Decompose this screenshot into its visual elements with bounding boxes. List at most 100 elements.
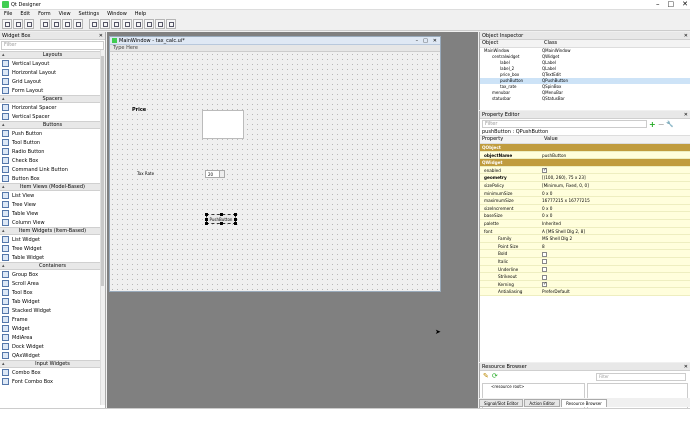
widget-item[interactable]: Tree Widget xyxy=(0,244,105,253)
property-filter-input[interactable]: Filter xyxy=(482,120,647,128)
add-property-icon[interactable]: + xyxy=(649,120,656,129)
widget-item[interactable]: Group Box xyxy=(0,270,105,279)
property-value[interactable] xyxy=(542,281,690,287)
widget-category[interactable]: Item Views (Model-Based) xyxy=(0,183,105,191)
property-row[interactable]: sizeIncrement 0 x 0 xyxy=(480,204,690,213)
property-row[interactable]: palette Inherited xyxy=(480,219,690,228)
widget-item[interactable]: Combo Box xyxy=(0,368,105,377)
widget-category[interactable]: Spacers xyxy=(0,95,105,103)
widget-item[interactable]: Stacked Widget xyxy=(0,306,105,315)
widget-item[interactable]: Horizontal Spacer xyxy=(0,103,105,112)
property-row[interactable]: Underline xyxy=(480,265,690,274)
property-checkbox[interactable] xyxy=(542,167,547,173)
property-value[interactable]: 0 x 0 xyxy=(542,205,690,212)
property-value[interactable] xyxy=(542,258,690,265)
edit-buddies-icon[interactable] xyxy=(62,19,72,29)
property-value[interactable] xyxy=(542,159,690,166)
widget-item[interactable]: Dock Widget xyxy=(0,342,105,351)
widget-item[interactable]: Column View xyxy=(0,218,105,227)
edit-resources-icon[interactable]: ✎ xyxy=(483,372,489,380)
layout-grid-icon[interactable] xyxy=(133,19,143,29)
widget-item[interactable]: Vertical Spacer xyxy=(0,112,105,121)
property-row[interactable]: objectName pushButton xyxy=(480,151,690,160)
menu-help[interactable]: Help xyxy=(135,11,146,17)
remove-property-icon[interactable]: − xyxy=(658,120,665,129)
property-row[interactable]: QObject xyxy=(480,144,690,152)
property-checkbox[interactable] xyxy=(542,267,547,272)
maximize-icon[interactable]: □ xyxy=(668,1,675,8)
widget-item[interactable]: Grid Layout xyxy=(0,77,105,86)
property-row[interactable]: Antialiasing PreferDefault xyxy=(480,288,690,296)
widget-category[interactable]: Buttons xyxy=(0,121,105,129)
dock-close-icon[interactable]: ✕ xyxy=(684,112,688,118)
edit-tab-order-icon[interactable] xyxy=(73,19,83,29)
column-header-class[interactable]: Class xyxy=(542,40,557,47)
widget-item[interactable]: Command Link Button xyxy=(0,165,105,174)
property-value[interactable] xyxy=(542,250,690,257)
layout-vertical-icon[interactable] xyxy=(100,19,110,29)
widget-item[interactable]: Frame xyxy=(0,315,105,324)
widget-item[interactable]: Tool Button xyxy=(0,138,105,147)
form-window[interactable]: MainWindow - tax_calc.ui* – □ ✕ Type Here … xyxy=(109,36,441,292)
tab-signal-slot-editor[interactable]: Signal/Slot Editor xyxy=(479,399,524,407)
property-row[interactable]: enabled xyxy=(480,166,690,175)
resource-filter-input[interactable]: Filter xyxy=(596,373,686,381)
open-icon[interactable] xyxy=(13,19,23,29)
form-minimize-icon[interactable]: – xyxy=(416,38,419,44)
form-maximize-icon[interactable]: □ xyxy=(423,38,428,44)
property-value[interactable] xyxy=(542,266,690,273)
property-value[interactable]: 16777215 x 16777215 xyxy=(542,197,690,204)
menu-file[interactable]: File xyxy=(4,11,12,17)
layout-vsplit-icon[interactable] xyxy=(122,19,132,29)
widget-item[interactable]: Font Combo Box xyxy=(0,377,105,386)
property-row[interactable]: QWidget xyxy=(480,159,690,167)
push-button[interactable]: PushButton xyxy=(205,213,237,225)
widget-item[interactable]: MdiArea xyxy=(0,333,105,342)
menu-settings[interactable]: Settings xyxy=(79,11,100,17)
new-icon[interactable] xyxy=(2,19,12,29)
property-value[interactable]: PreferDefault xyxy=(542,288,690,295)
resize-handle[interactable] xyxy=(205,213,208,216)
dock-close-icon[interactable]: ✕ xyxy=(684,33,688,39)
resource-root[interactable]: <resource root> xyxy=(491,384,524,389)
property-value[interactable] xyxy=(542,144,690,151)
dock-close-icon[interactable]: ✕ xyxy=(684,364,688,370)
resize-handle[interactable] xyxy=(205,222,208,225)
reload-icon[interactable]: ⟳ xyxy=(492,372,498,380)
property-checkbox[interactable] xyxy=(542,281,547,287)
widget-item[interactable]: Table Widget xyxy=(0,253,105,262)
price-label[interactable]: Price xyxy=(132,107,146,113)
adjust-size-icon[interactable] xyxy=(166,19,176,29)
object-tree-row[interactable]: statusbar QStatusBar xyxy=(480,96,690,102)
form-menu-placeholder[interactable]: Type Here xyxy=(110,45,440,52)
property-row[interactable]: Bold xyxy=(480,250,690,258)
widget-item[interactable]: List View xyxy=(0,191,105,200)
resize-handle[interactable] xyxy=(220,222,223,225)
property-value[interactable] xyxy=(542,167,690,173)
resize-handle[interactable] xyxy=(234,222,237,225)
property-row[interactable]: Italic xyxy=(480,257,690,266)
menu-view[interactable]: View xyxy=(59,11,71,17)
spin-arrows-icon[interactable] xyxy=(219,171,224,177)
tax-rate-label[interactable]: Tax Rate xyxy=(137,171,154,176)
widget-item[interactable]: QAxWidget xyxy=(0,351,105,360)
resize-handle[interactable] xyxy=(234,218,237,221)
menu-window[interactable]: Window xyxy=(107,11,127,17)
resize-handle[interactable] xyxy=(220,213,223,216)
widget-box-filter-input[interactable]: Filter xyxy=(1,41,104,50)
property-row[interactable]: font A [MS Shell Dlg 2, 8] xyxy=(480,227,690,236)
widget-item[interactable]: Vertical Layout xyxy=(0,59,105,68)
property-row[interactable]: sizePolicy [Minimum, Fixed, 0, 0] xyxy=(480,181,690,190)
column-header-property[interactable]: Property xyxy=(480,136,542,143)
break-layout-icon[interactable] xyxy=(155,19,165,29)
tax-rate-spinbox[interactable]: 20 xyxy=(205,170,225,178)
widget-item[interactable]: Radio Button xyxy=(0,147,105,156)
widget-item[interactable]: Scroll Area xyxy=(0,279,105,288)
property-value[interactable]: MS Shell Dlg 2 xyxy=(542,235,690,242)
property-value[interactable]: [Minimum, Fixed, 0, 0] xyxy=(542,182,690,189)
layout-horizontal-icon[interactable] xyxy=(89,19,99,29)
widget-box-scroll-thumb[interactable] xyxy=(101,56,104,286)
layout-hsplit-icon[interactable] xyxy=(111,19,121,29)
save-icon[interactable] xyxy=(24,19,34,29)
menu-edit[interactable]: Edit xyxy=(20,11,30,17)
